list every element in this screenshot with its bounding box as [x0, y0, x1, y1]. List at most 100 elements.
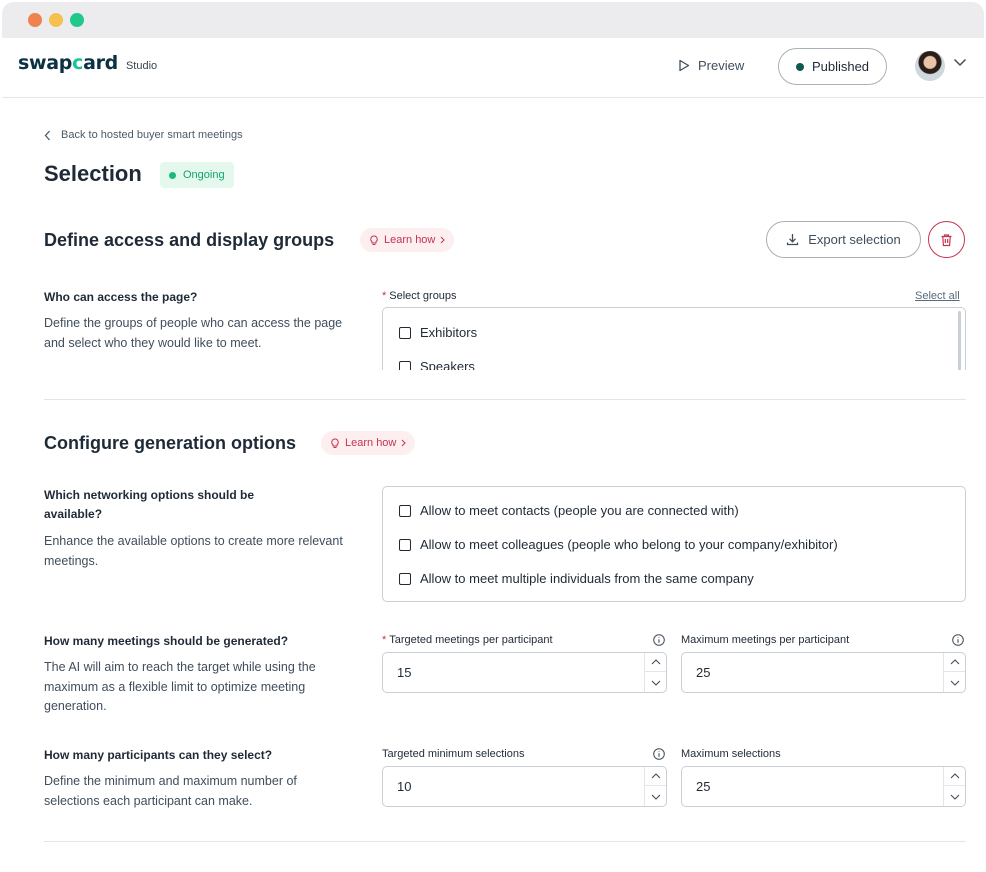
- chevron-up-icon: [950, 773, 959, 779]
- access-description: Define the groups of people who can acce…: [44, 316, 343, 350]
- info-icon[interactable]: [653, 634, 665, 646]
- maximize-window-dot[interactable]: [70, 13, 84, 27]
- checkbox[interactable]: [399, 538, 411, 551]
- meetings-description: The AI will aim to reach the target whil…: [44, 660, 316, 713]
- learn-how-link-access[interactable]: Learn how: [360, 228, 455, 252]
- decrement-button[interactable]: [944, 787, 965, 806]
- chevron-down-icon: [950, 680, 959, 686]
- option-meet-same-company[interactable]: Allow to meet multiple individuals from …: [399, 571, 754, 586]
- top-bar: swapcard Studio Preview Published: [2, 38, 984, 98]
- number-stepper: [644, 767, 666, 806]
- option-label: Allow to meet multiple individuals from …: [420, 571, 754, 586]
- group-option-label: Exhibitors: [420, 325, 478, 340]
- published-button[interactable]: Published: [778, 48, 887, 85]
- option-meet-colleagues[interactable]: Allow to meet colleagues (people who bel…: [399, 537, 838, 552]
- access-question: Who can access the page?: [44, 290, 198, 304]
- groups-scrollbar[interactable]: [958, 311, 961, 370]
- checkbox[interactable]: [399, 504, 411, 517]
- targeted-min-selections-value[interactable]: 10: [397, 779, 411, 794]
- section-divider: [44, 399, 966, 400]
- increment-button[interactable]: [645, 767, 666, 786]
- maximum-selections-label: Maximum selections: [681, 748, 781, 760]
- checkbox[interactable]: [399, 326, 411, 339]
- lightbulb-icon: [370, 234, 378, 245]
- maximum-selections-input[interactable]: 25: [681, 766, 966, 807]
- learn-how-label: Learn how: [384, 234, 436, 246]
- preview-button[interactable]: Preview: [678, 58, 744, 73]
- back-link-label: Back to hosted buyer smart meetings: [61, 129, 243, 141]
- required-asterisk: *: [382, 634, 387, 646]
- number-stepper: [943, 767, 965, 806]
- decrement-button[interactable]: [645, 673, 666, 692]
- checkbox[interactable]: [399, 360, 411, 370]
- option-label: Allow to meet contacts (people you are c…: [420, 503, 739, 518]
- targeted-min-selections-input[interactable]: 10: [382, 766, 667, 807]
- networking-options: Allow to meet contacts (people you are c…: [382, 486, 966, 602]
- chevron-up-icon: [950, 659, 959, 665]
- increment-button[interactable]: [944, 767, 965, 786]
- option-meet-contacts[interactable]: Allow to meet contacts (people you are c…: [399, 503, 739, 518]
- required-asterisk: *: [382, 290, 387, 302]
- learn-how-label: Learn how: [345, 437, 397, 449]
- targeted-meetings-input[interactable]: 15: [382, 652, 667, 693]
- maximum-meetings-value[interactable]: 25: [696, 665, 710, 680]
- networking-question: Which networking options should be avail…: [44, 488, 254, 521]
- learn-how-link-generation[interactable]: Learn how: [321, 431, 416, 455]
- groups-list[interactable]: Exhibitors Speakers: [382, 307, 966, 370]
- delete-button[interactable]: [928, 221, 965, 258]
- app-window: swapcard Studio Preview Published Back t…: [2, 2, 984, 872]
- decrement-button[interactable]: [944, 673, 965, 692]
- download-icon: [787, 234, 799, 246]
- minimize-window-dot[interactable]: [49, 13, 63, 27]
- preview-label: Preview: [698, 58, 745, 73]
- checkbox[interactable]: [399, 572, 411, 585]
- select-groups-label: * Select groups: [382, 290, 457, 302]
- status-dot: [169, 171, 176, 179]
- published-status-dot: [795, 62, 804, 71]
- section-divider: [44, 841, 966, 842]
- play-icon: [679, 59, 690, 72]
- decrement-button[interactable]: [645, 787, 666, 806]
- increment-button[interactable]: [944, 653, 965, 672]
- increment-button[interactable]: [645, 653, 666, 672]
- export-selection-button[interactable]: Export selection: [766, 221, 921, 258]
- maximum-meetings-label: Maximum meetings per participant: [681, 634, 850, 646]
- group-option-label: Speakers: [420, 359, 475, 370]
- group-option-exhibitors[interactable]: Exhibitors: [399, 325, 477, 340]
- meetings-question: How many meetings should be generated?: [44, 634, 289, 648]
- published-label: Published: [811, 59, 870, 74]
- maximum-meetings-input[interactable]: 25: [681, 652, 966, 693]
- select-all-link[interactable]: Select all: [915, 290, 960, 302]
- back-link[interactable]: Back to hosted buyer smart meetings: [44, 129, 243, 141]
- close-window-dot[interactable]: [28, 13, 42, 27]
- status-label: Ongoing: [183, 169, 225, 181]
- targeted-min-selections-label: Targeted minimum selections: [382, 748, 525, 760]
- targeted-meetings-label: * Targeted meetings per participant: [382, 634, 553, 646]
- logo-wordmark: swapcard: [18, 52, 118, 74]
- chevron-left-icon: [44, 130, 50, 140]
- group-option-speakers[interactable]: Speakers: [399, 359, 475, 370]
- info-icon[interactable]: [952, 634, 964, 646]
- chevron-down-icon: [651, 680, 660, 686]
- access-section-title: Define access and display groups: [44, 230, 335, 250]
- selections-description: Define the minimum and maximum number of…: [44, 774, 297, 808]
- chevron-down-icon: [950, 794, 959, 800]
- generation-section-title: Configure generation options: [44, 433, 296, 453]
- maximum-selections-value[interactable]: 25: [696, 779, 710, 794]
- option-label: Allow to meet colleagues (people who bel…: [420, 537, 838, 552]
- chevron-right-icon: [441, 236, 446, 244]
- swapcard-logo[interactable]: swapcard Studio: [18, 52, 157, 74]
- targeted-meetings-value[interactable]: 15: [397, 665, 411, 680]
- number-stepper: [644, 653, 666, 692]
- studio-label: Studio: [125, 60, 158, 72]
- chevron-right-icon: [402, 439, 407, 447]
- trash-icon: [941, 233, 952, 246]
- chevron-down-icon: [651, 794, 660, 800]
- user-avatar[interactable]: [915, 51, 945, 81]
- export-selection-label: Export selection: [808, 232, 901, 247]
- window-titlebar: [2, 2, 984, 38]
- selections-question: How many participants can they select?: [44, 748, 273, 762]
- chevron-down-icon[interactable]: [953, 58, 967, 67]
- chevron-up-icon: [651, 659, 660, 665]
- info-icon[interactable]: [653, 748, 665, 760]
